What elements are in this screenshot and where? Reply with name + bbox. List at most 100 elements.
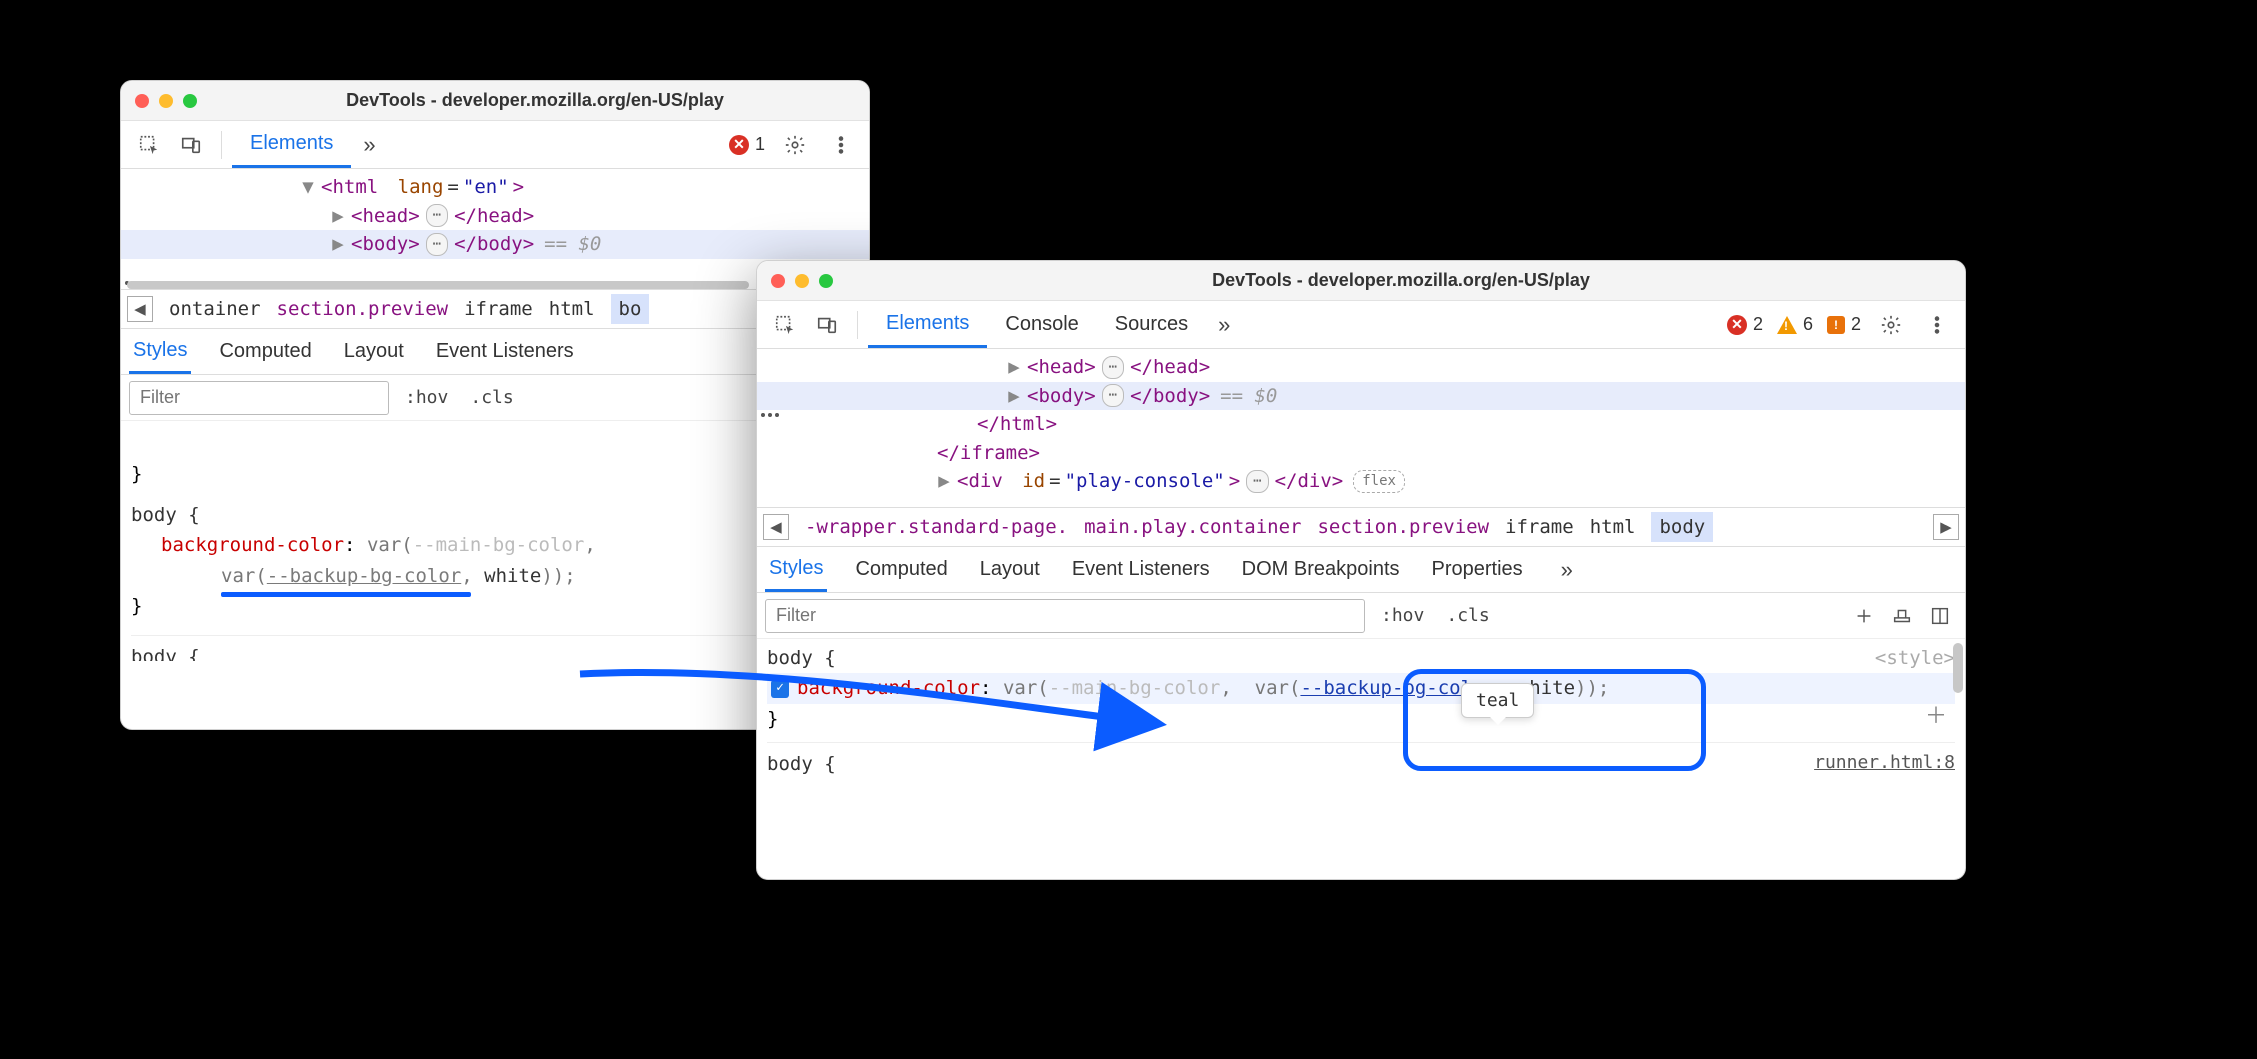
css-var-name: --main-bg-color (413, 534, 585, 556)
tab-console[interactable]: Console (987, 301, 1096, 348)
tag-html-close: </html> (977, 410, 1057, 439)
expand-toggle-icon[interactable]: ▶ (331, 202, 345, 231)
css-selector[interactable]: body { (131, 642, 859, 661)
expand-toggle-icon[interactable]: ▼ (301, 173, 315, 202)
subtab-layout[interactable]: Layout (340, 329, 408, 374)
settings-icon[interactable] (775, 125, 815, 165)
css-declaration-cont[interactable]: var(--backup-bg-color, white)); (131, 561, 859, 591)
breadcrumb-item[interactable]: html (549, 298, 595, 320)
inspect-icon[interactable] (129, 125, 169, 165)
window-minimize-icon[interactable] (795, 274, 809, 288)
source-link[interactable]: runner.html:8 (1814, 749, 1955, 778)
css-selector[interactable]: body { (767, 643, 1955, 673)
flex-badge[interactable]: flex (1353, 470, 1405, 493)
toggle-hov-button[interactable]: :hov (1375, 605, 1430, 626)
css-selector[interactable]: body { (131, 500, 859, 530)
toggle-cls-button[interactable]: .cls (464, 387, 519, 408)
tab-elements[interactable]: Elements (232, 121, 351, 168)
subtab-dom-breakpoints[interactable]: DOM Breakpoints (1238, 547, 1404, 592)
breadcrumb-scroll-left-icon[interactable]: ◀ (127, 296, 153, 322)
window-minimize-icon[interactable] (159, 94, 173, 108)
subtab-styles[interactable]: Styles (129, 329, 191, 374)
ellipsis-icon[interactable]: ⋯ (1246, 470, 1268, 493)
expand-toggle-icon[interactable]: ▶ (331, 230, 345, 259)
ellipsis-icon[interactable]: ⋯ (426, 233, 448, 256)
breadcrumb-item[interactable]: -wrapper.standard-page. (805, 516, 1068, 538)
tab-elements[interactable]: Elements (868, 301, 987, 348)
kebab-menu-icon[interactable] (821, 125, 861, 165)
expand-toggle-icon[interactable]: ▶ (1007, 382, 1021, 411)
expand-toggle-icon[interactable]: ▶ (1007, 353, 1021, 382)
ellipsis-icon[interactable]: ⋯ (1102, 384, 1124, 407)
breadcrumb-item[interactable]: section.preview (277, 298, 449, 320)
add-declaration-icon[interactable]: ＋ (1925, 699, 1947, 734)
subtab-computed[interactable]: Computed (851, 547, 951, 592)
tab-sources[interactable]: Sources (1097, 301, 1206, 348)
ellipsis-icon[interactable]: ⋯ (426, 204, 448, 227)
info-count[interactable]: ! 2 (1823, 314, 1865, 335)
window-close-icon[interactable] (135, 94, 149, 108)
css-property-name: background-color (161, 534, 344, 556)
settings-icon[interactable] (1871, 305, 1911, 345)
new-style-rule-icon[interactable] (1847, 599, 1881, 633)
subtab-styles[interactable]: Styles (765, 547, 827, 592)
scrollbar-horizontal[interactable] (127, 281, 749, 289)
window-close-icon[interactable] (771, 274, 785, 288)
subtab-event-listeners[interactable]: Event Listeners (1068, 547, 1214, 592)
css-var-link[interactable]: --backup-bg-color (267, 565, 461, 587)
css-selector[interactable]: body { (767, 749, 1955, 779)
window-title: DevTools - developer.mozilla.org/en-US/p… (215, 90, 855, 111)
dom-tree[interactable]: ▶ <head> ⋯ </head> ▶ <body> ⋯ </body> ==… (757, 349, 1965, 507)
breadcrumb-item[interactable]: iframe (1505, 516, 1574, 538)
window-zoom-icon[interactable] (183, 94, 197, 108)
expand-toggle-icon[interactable]: ▶ (937, 467, 951, 496)
more-tabs-icon[interactable]: » (353, 132, 385, 158)
breadcrumb-item-selected[interactable]: body (1651, 512, 1713, 542)
computed-panel-icon[interactable] (1923, 599, 1957, 633)
kebab-menu-icon[interactable] (1917, 305, 1957, 345)
panel-tabs: Elements Console Sources (868, 301, 1206, 348)
info-icon: ! (1827, 316, 1845, 334)
window-title: DevTools - developer.mozilla.org/en-US/p… (851, 270, 1951, 291)
var-keyword: var (367, 534, 401, 556)
device-toggle-icon[interactable] (807, 305, 847, 345)
css-declaration[interactable]: background-color: var(--main-bg-color, (131, 530, 859, 560)
subtab-properties[interactable]: Properties (1428, 547, 1527, 592)
breadcrumb-item[interactable]: iframe (464, 298, 533, 320)
subtab-layout[interactable]: Layout (976, 547, 1044, 592)
errors-count[interactable]: ✕ 2 (1723, 314, 1767, 335)
styles-filter-input[interactable] (129, 381, 389, 415)
inspect-icon[interactable] (765, 305, 805, 345)
breadcrumb-item[interactable]: ontainer (169, 298, 261, 320)
brace-close: } (767, 704, 1955, 734)
errors-count[interactable]: ✕ 1 (725, 134, 769, 155)
breadcrumb-scroll-left-icon[interactable]: ◀ (763, 514, 789, 540)
warnings-count[interactable]: 6 (1773, 314, 1817, 335)
window-zoom-icon[interactable] (819, 274, 833, 288)
tag-body-open: <body> (351, 230, 420, 259)
ellipsis-icon[interactable]: ⋯ (1102, 356, 1124, 379)
brush-icon[interactable] (1885, 599, 1919, 633)
style-rule: runner.html:8 body { (767, 742, 1955, 779)
toggle-cls-button[interactable]: .cls (1440, 605, 1495, 626)
breadcrumb-item[interactable]: section.preview (1317, 516, 1489, 538)
breadcrumb-item-selected[interactable]: bo (611, 294, 650, 324)
property-enabled-checkbox[interactable]: ✓ (771, 680, 789, 698)
subtab-computed[interactable]: Computed (215, 329, 315, 374)
toggle-hov-button[interactable]: :hov (399, 387, 454, 408)
traffic-lights (771, 274, 833, 288)
more-subtabs-icon[interactable]: » (1551, 557, 1583, 583)
styles-rules[interactable]: <style> body { ✓ background-color: var(-… (757, 639, 1965, 809)
breadcrumb-item[interactable]: html (1590, 516, 1636, 538)
subtab-event-listeners[interactable]: Event Listeners (432, 329, 578, 374)
styles-filter-input[interactable] (765, 599, 1365, 633)
device-toggle-icon[interactable] (171, 125, 211, 165)
more-tabs-icon[interactable]: » (1208, 312, 1240, 338)
css-declaration[interactable]: ✓ background-color: var(--main-bg-color,… (767, 673, 1955, 703)
scrollbar-vertical[interactable] (1953, 643, 1963, 693)
breadcrumb-scroll-right-icon[interactable]: ▶ (1933, 514, 1959, 540)
tag-body-close: </body> (1130, 382, 1210, 411)
css-var-name: --main-bg-color (1049, 673, 1221, 703)
breadcrumb-item[interactable]: main.play.container (1084, 516, 1301, 538)
attr-id-name: id (1022, 467, 1045, 496)
